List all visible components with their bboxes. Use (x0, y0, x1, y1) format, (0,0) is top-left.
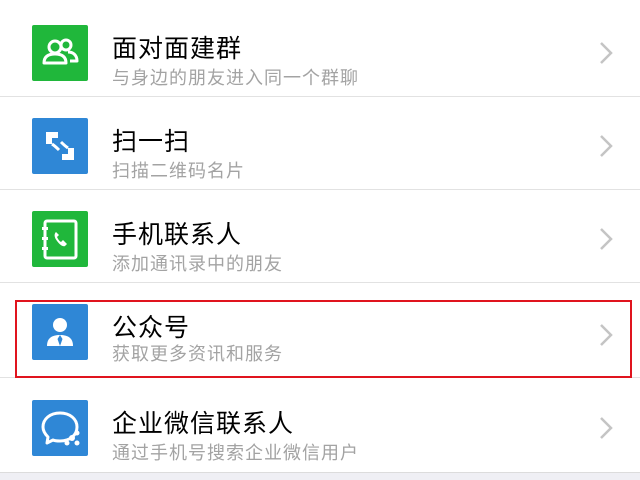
menu-item-work-wechat-contacts[interactable]: 企业微信联系人 通过手机号搜索企业微信用户 (0, 382, 640, 472)
chevron-right-icon (596, 323, 616, 347)
two-people-icon (32, 25, 88, 81)
chevron-right-icon (596, 134, 616, 158)
menu-item-title: 公众号 (112, 313, 191, 342)
menu-item-subtitle: 扫描二维码名片 (112, 161, 245, 182)
add-friends-menu: 面对面建群 与身边的朋友进入同一个群聊 扫一扫 扫描二维码名片 手机联系人 添加… (0, 0, 640, 480)
menu-item-title: 面对面建群 (112, 34, 243, 63)
menu-item-subtitle: 添加通讯录中的朋友 (112, 254, 283, 275)
scan-icon (32, 118, 88, 174)
chevron-right-icon (596, 416, 616, 440)
official-account-icon (32, 304, 88, 360)
menu-item-title: 手机联系人 (112, 220, 243, 249)
chevron-right-icon (596, 41, 616, 65)
menu-item-subtitle: 获取更多资讯和服务 (112, 344, 283, 365)
bottom-divider (0, 472, 640, 480)
menu-item-scan[interactable]: 扫一扫 扫描二维码名片 (0, 100, 640, 190)
menu-item-face-to-face-group[interactable]: 面对面建群 与身边的朋友进入同一个群聊 (0, 7, 640, 97)
work-wechat-icon (32, 400, 88, 456)
menu-item-subtitle: 与身边的朋友进入同一个群聊 (112, 68, 359, 89)
menu-item-subtitle: 通过手机号搜索企业微信用户 (112, 443, 359, 464)
menu-item-phone-contacts[interactable]: 手机联系人 添加通讯录中的朋友 (0, 193, 640, 283)
chevron-right-icon (596, 227, 616, 251)
menu-item-title: 扫一扫 (112, 127, 191, 156)
menu-item-title: 企业微信联系人 (112, 409, 295, 438)
phone-contact-icon (32, 211, 88, 267)
menu-item-official-accounts[interactable]: 公众号 获取更多资讯和服务 (0, 288, 640, 378)
